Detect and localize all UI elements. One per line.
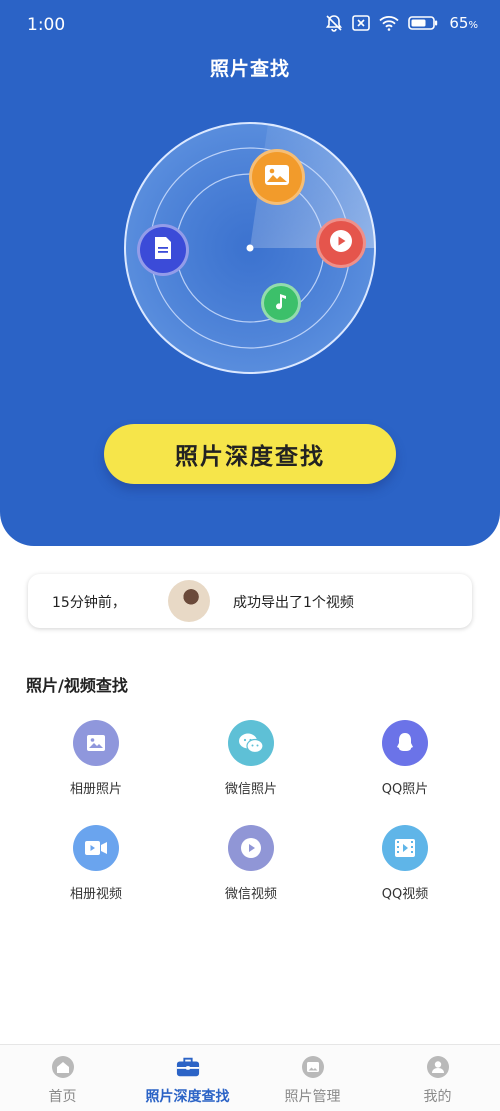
radar-node-music (261, 283, 301, 323)
tab-label: 我的 (423, 1089, 452, 1105)
radar-node-video (316, 218, 366, 268)
deep-search-button[interactable]: 照片深度查找 (104, 424, 396, 484)
grid-label: 微信照片 (224, 782, 277, 797)
video-play-icon (329, 229, 353, 257)
notice-time: 15分钟前， (52, 595, 126, 611)
album-video-button[interactable]: 相册视频 (36, 825, 156, 909)
page-title: 照片查找 (209, 58, 290, 80)
album-photo-button[interactable]: 相册照片 (36, 720, 156, 804)
film-icon (382, 825, 428, 871)
wechat-photo-button[interactable]: 微信照片 (191, 720, 311, 804)
battery-level: 65% (449, 14, 478, 32)
play-circle-icon (228, 825, 274, 871)
status-time: 1:00 (27, 15, 66, 35)
recent-activity-notice: 15分钟前， 成功导出了1个视频 (28, 574, 472, 628)
profile-icon (426, 1055, 450, 1079)
battery-icon (408, 15, 438, 31)
image-manage-icon (301, 1055, 325, 1079)
document-icon (153, 236, 173, 264)
bell-off-icon (325, 14, 343, 32)
status-bar: 1:00 65% (0, 0, 500, 52)
qq-video-button[interactable]: QQ视频 (345, 825, 465, 909)
album-photo-icon (73, 720, 119, 766)
grid-label: 微信视频 (224, 887, 277, 902)
grid-label: QQ视频 (381, 887, 429, 902)
no-sim-icon (352, 15, 371, 31)
wechat-video-button[interactable]: 微信视频 (191, 825, 311, 909)
header-panel: 1:00 65% 照片查找 照片深度查找 (0, 0, 500, 546)
grid-label: QQ照片 (381, 782, 429, 797)
radar-scanner (123, 121, 377, 375)
tab-label: 照片管理 (284, 1089, 341, 1105)
section-title: 照片/视频查找 (26, 676, 128, 695)
tab-deep-search[interactable]: 照片深度查找 (125, 1045, 250, 1111)
wifi-icon (379, 15, 400, 31)
home-icon (51, 1055, 75, 1079)
radar-node-photo (249, 149, 305, 205)
avatar (168, 580, 210, 622)
tab-profile[interactable]: 我的 (375, 1045, 500, 1111)
grid-label: 相册视频 (69, 887, 122, 902)
qq-icon (382, 720, 428, 766)
music-icon (272, 292, 290, 314)
grid-label: 相册照片 (69, 782, 122, 797)
tab-home[interactable]: 首页 (0, 1045, 125, 1111)
status-icons: 65% (325, 14, 478, 32)
radar-node-document (137, 224, 189, 276)
tab-label: 首页 (48, 1089, 77, 1105)
tab-photo-manage[interactable]: 照片管理 (250, 1045, 375, 1111)
wechat-icon (228, 720, 274, 766)
video-camera-icon (73, 825, 119, 871)
briefcase-icon (176, 1055, 200, 1079)
photo-icon (264, 164, 290, 190)
notice-message: 成功导出了1个视频 (233, 595, 354, 611)
qq-photo-button[interactable]: QQ照片 (345, 720, 465, 804)
bottom-tab-bar: 首页 照片深度查找 照片管理 我的 (0, 1044, 500, 1111)
tab-label: 照片深度查找 (145, 1089, 230, 1105)
